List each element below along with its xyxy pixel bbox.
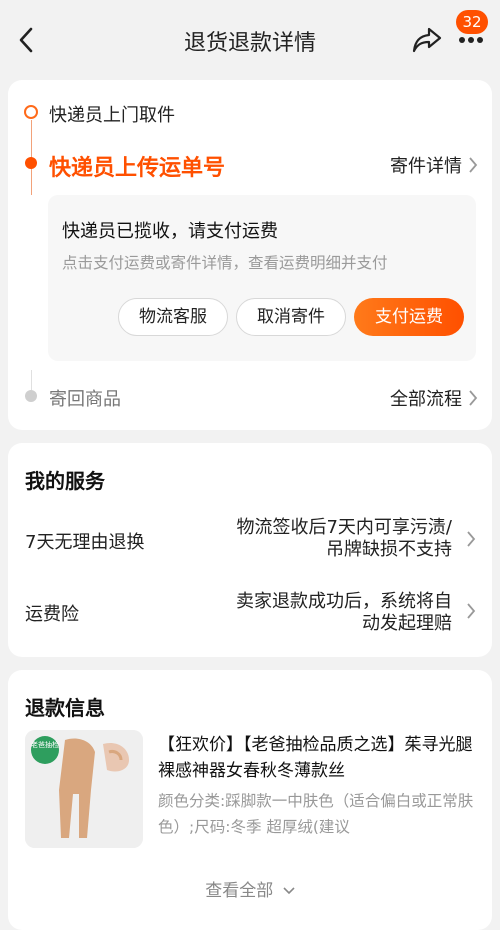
timeline-dot-current [25, 157, 37, 169]
step-upload-waybill: 快递员上传运单号 [49, 156, 226, 181]
view-all-link[interactable]: 查看全部 [8, 876, 492, 901]
service-value: 物流签收后7天内可享污渍/吊牌缺损不支持 [236, 517, 452, 560]
section-title: 退款信息 [25, 696, 105, 720]
chevron-right-icon [469, 390, 478, 406]
service-label: 7天无理由退换 [25, 532, 145, 553]
step-return-goods: 寄回商品 [49, 389, 121, 410]
chevron-right-icon [467, 603, 476, 619]
service-label: 运费险 [25, 604, 79, 625]
refund-info-card: 退款信息 老爸抽检 【狂欢价】【老爸抽检品质之选】茱寻光腿裸感神器女春秋冬薄款丝… [8, 670, 492, 930]
logistics-service-button[interactable]: 物流客服 [118, 298, 228, 336]
step-pickup: 快递员上门取件 [49, 105, 175, 126]
my-services-card: 我的服务 7天无理由退换 物流签收后7天内可享污渍/吊牌缺损不支持 运费险 卖家… [8, 443, 492, 657]
shipping-details-link[interactable]: 寄件详情 [390, 152, 478, 178]
shipping-details-label: 寄件详情 [390, 156, 462, 177]
section-title: 我的服务 [25, 469, 105, 493]
more-icon[interactable] [458, 36, 484, 44]
product-thumbnail[interactable]: 老爸抽检 [25, 730, 143, 848]
top-nav-bar: 退货退款详情 32 [0, 0, 500, 80]
service-value: 卖家退款成功后，系统将自动发起理赔 [236, 591, 452, 634]
return-progress-card: 快递员上门取件 快递员上传运单号 寄件详情 快递员已揽收，请支付运费 点击支付运… [8, 80, 492, 430]
chevron-down-icon [283, 887, 295, 895]
notice-title: 快递员已揽收，请支付运费 [62, 221, 278, 242]
cancel-shipment-button[interactable]: 取消寄件 [236, 298, 346, 336]
chevron-right-icon [469, 157, 478, 173]
timeline-dot [24, 105, 38, 119]
share-icon[interactable] [411, 25, 443, 55]
product-attributes: 颜色分类:踩脚款一中肤色（适合偏白或正常肤色）;尺码:冬季 超厚绒(建议 [158, 792, 474, 836]
view-all-label: 查看全部 [205, 881, 274, 901]
full-process-label: 全部流程 [390, 389, 462, 410]
chevron-right-icon [467, 531, 476, 547]
inspection-tag: 老爸抽检 [31, 736, 59, 764]
pay-shipping-button[interactable]: 支付运费 [354, 298, 464, 336]
product-title[interactable]: 【狂欢价】【老爸抽检品质之选】茱寻光腿裸感神器女春秋冬薄款丝 [158, 732, 478, 784]
payment-notice: 快递员已揽收，请支付运费 点击支付运费或寄件详情，查看运费明细并支付 物流客服 … [48, 195, 476, 361]
timeline-dot [25, 390, 37, 402]
full-process-link[interactable]: 全部流程 [390, 385, 478, 411]
timeline-line [31, 370, 32, 390]
notice-subtitle: 点击支付运费或寄件详情，查看运费明细并支付 [62, 254, 388, 272]
message-count-badge: 32 [456, 10, 488, 34]
